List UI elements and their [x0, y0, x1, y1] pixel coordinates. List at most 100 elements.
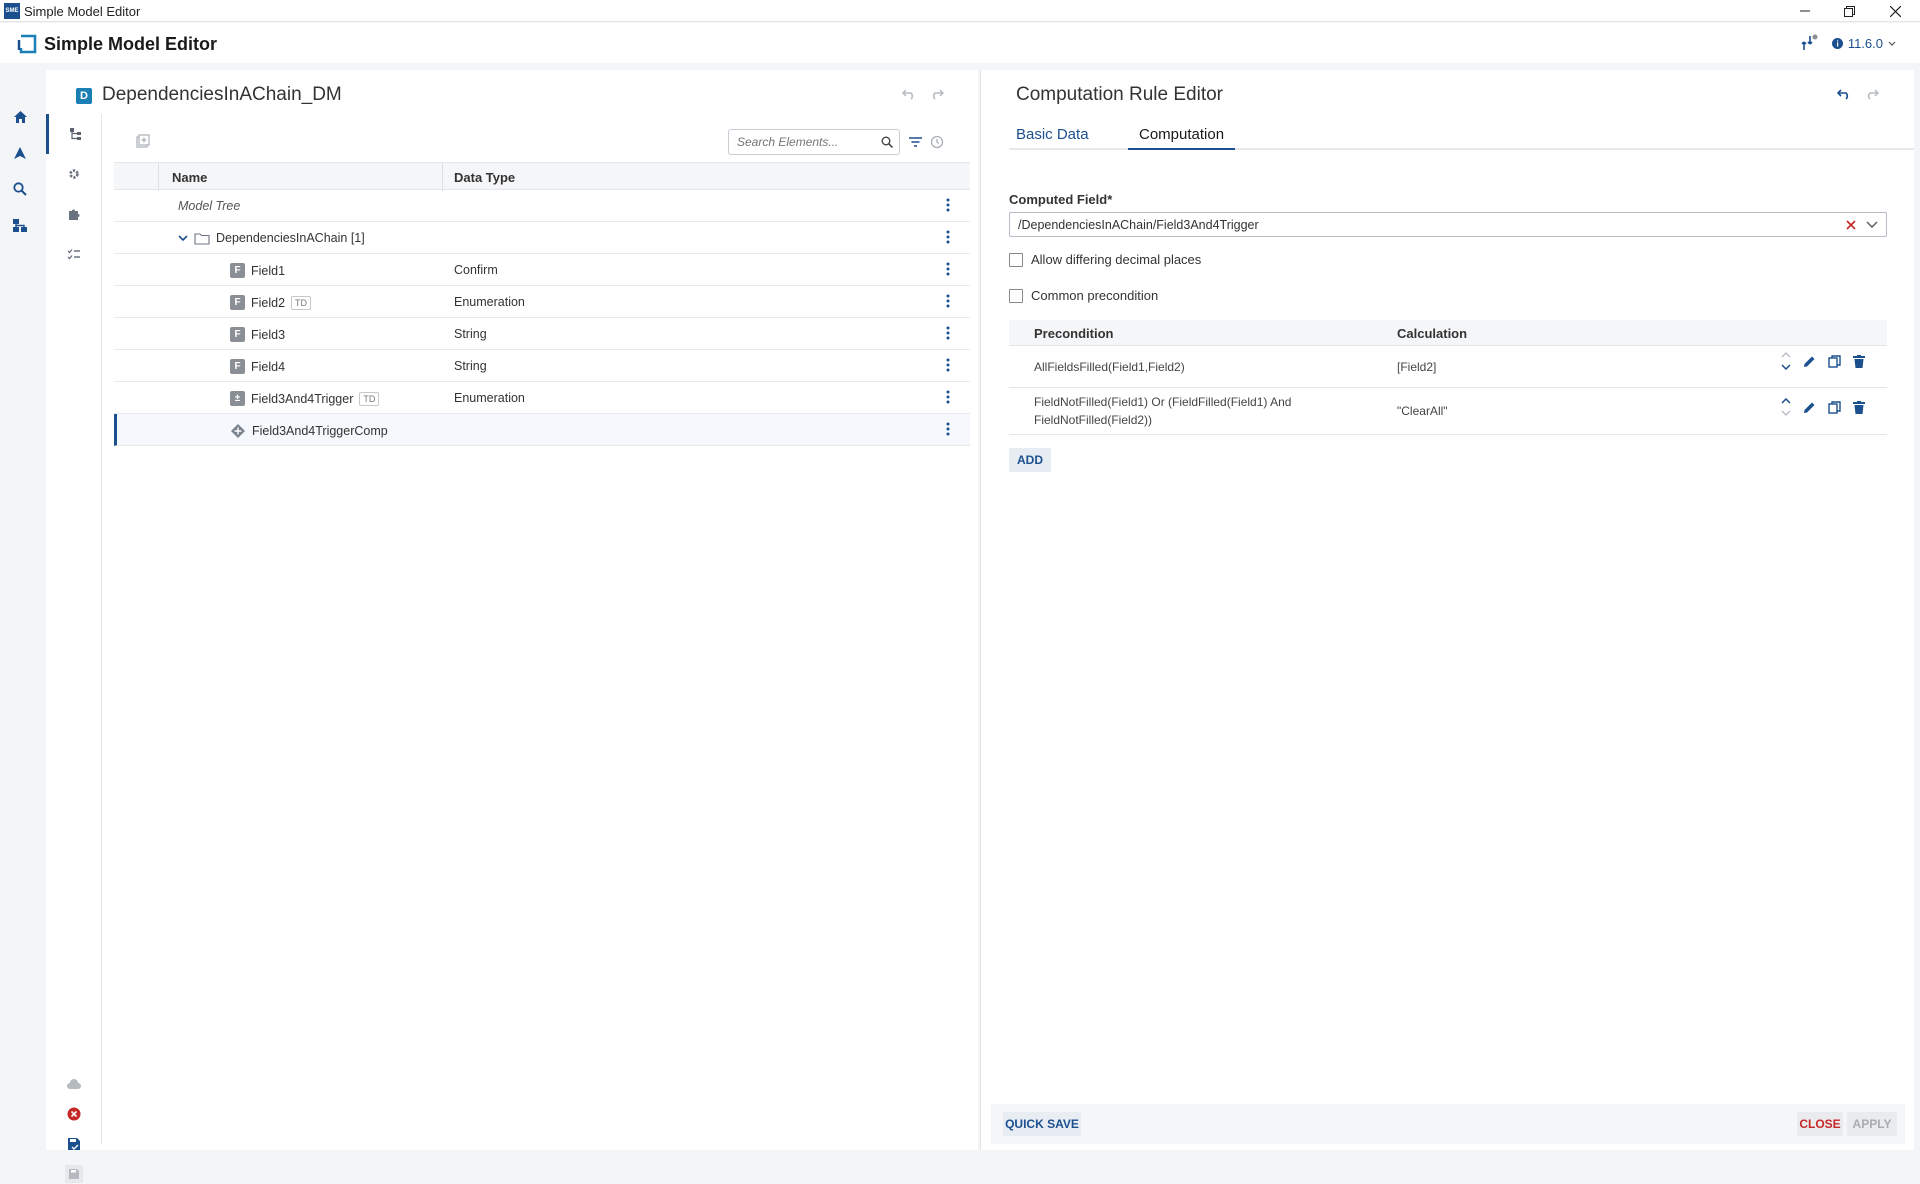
redo-icon[interactable]	[1865, 88, 1879, 100]
more-options-icon[interactable]	[946, 294, 950, 308]
save-icon[interactable]	[64, 1164, 84, 1184]
chevron-down-icon[interactable]	[1866, 221, 1878, 229]
move-down-icon[interactable]	[1781, 410, 1791, 416]
tree-row-type: Enumeration	[454, 391, 525, 405]
more-options-icon[interactable]	[946, 390, 950, 404]
field-icon: F	[230, 359, 245, 374]
clear-icon[interactable]	[1846, 220, 1856, 230]
edit-icon[interactable]	[1803, 401, 1816, 414]
filter-icon[interactable]	[909, 137, 922, 147]
tree-row-field3and4trigger[interactable]: ± Field3And4Trigger TD Enumeration	[114, 382, 970, 414]
rule-row[interactable]: AllFieldsFilled(Field1,Field2) [Field2]	[1009, 346, 1887, 388]
hierarchy-icon[interactable]	[10, 215, 30, 235]
navigate-icon[interactable]	[10, 143, 30, 163]
move-down-icon[interactable]	[1781, 364, 1791, 370]
folder-icon	[194, 232, 210, 245]
add-rule-button[interactable]: ADD	[1009, 448, 1051, 472]
search-icon[interactable]	[10, 179, 30, 199]
version-label: 11.6.0	[1847, 35, 1883, 51]
tab-settings-icon[interactable]	[46, 154, 102, 194]
tab-basic-data[interactable]: Basic Data	[1016, 126, 1089, 143]
column-header-calculation: Calculation	[1397, 326, 1468, 341]
computed-field-value: /DependenciesInAChain/Field3And4Trigger	[1018, 218, 1259, 232]
tab-tree-icon[interactable]	[46, 114, 102, 154]
td-badge: TD	[359, 391, 380, 406]
redo-icon[interactable]	[930, 88, 944, 100]
tree-row-field4[interactable]: F Field4 String	[114, 350, 970, 382]
more-options-icon[interactable]	[946, 326, 950, 340]
delete-icon[interactable]	[1853, 400, 1865, 414]
close-window-button[interactable]	[1872, 0, 1918, 22]
tree-row-label: Field3And4Trigger	[251, 391, 354, 406]
move-up-icon[interactable]	[1781, 352, 1791, 358]
more-options-icon[interactable]	[946, 262, 950, 276]
duplicate-icon[interactable]	[1828, 400, 1841, 414]
td-badge: TD	[291, 295, 312, 310]
chevron-down-icon	[1888, 41, 1896, 46]
more-options-icon[interactable]	[946, 422, 950, 436]
edit-icon[interactable]	[1803, 355, 1816, 368]
version-dropdown[interactable]: 11.6.0	[1831, 35, 1896, 51]
model-vertical-tabs	[46, 114, 102, 1183]
undo-icon[interactable]	[1837, 88, 1851, 100]
tree-row-model-tree[interactable]: Model Tree	[114, 190, 970, 222]
restore-button[interactable]	[1826, 0, 1872, 22]
app-logo-icon	[17, 34, 37, 54]
computed-field-select[interactable]: /DependenciesInAChain/Field3And4Trigger	[1009, 212, 1887, 237]
tree-row-label: Field3	[251, 327, 286, 342]
tree-row-label: Field2	[251, 295, 286, 310]
undo-icon[interactable]	[902, 88, 916, 100]
apply-button[interactable]: APPLY	[1847, 1112, 1897, 1136]
more-options-icon[interactable]	[946, 358, 950, 372]
discard-icon[interactable]	[64, 1104, 84, 1124]
tree-row-field2[interactable]: F Field2 TD Enumeration	[114, 286, 970, 318]
close-button[interactable]: CLOSE	[1797, 1112, 1843, 1136]
tree-header-row: Name Data Type	[114, 162, 970, 191]
window-titlebar: SME Simple Model Editor	[0, 0, 1920, 22]
delete-icon[interactable]	[1853, 354, 1865, 368]
rule-row[interactable]: FieldNotFilled(Field1) Or (FieldFilled(F…	[1009, 388, 1887, 435]
home-icon[interactable]	[10, 107, 30, 127]
search-elements-field[interactable]	[728, 129, 900, 155]
save-as-icon[interactable]	[64, 1134, 84, 1154]
allow-differing-decimals-checkbox[interactable]	[1009, 252, 1023, 267]
chevron-down-icon[interactable]	[178, 234, 188, 242]
data-model-panel: D DependenciesInAChain_DM Search Element…	[46, 70, 978, 1183]
editor-undo-redo	[1837, 88, 1879, 100]
tree-row-field3and4triggercomp[interactable]: Field3And4TriggerComp	[114, 414, 970, 446]
tree-toolbar	[114, 126, 970, 160]
left-undo-redo	[902, 88, 944, 100]
more-options-icon[interactable]	[946, 230, 950, 244]
more-options-icon[interactable]	[946, 198, 950, 212]
add-element-icon[interactable]	[136, 134, 150, 148]
allow-differing-decimals-option[interactable]: Allow differing decimal places	[1009, 252, 1201, 267]
tab-plugins-icon[interactable]	[46, 194, 102, 234]
common-precondition-option[interactable]: Common precondition	[1009, 288, 1158, 303]
duplicate-icon[interactable]	[1828, 354, 1841, 368]
window-title: Simple Model Editor	[24, 4, 141, 19]
editor-footer: QUICK SAVE CLOSE APPLY	[991, 1104, 1905, 1144]
computation-icon	[230, 423, 246, 439]
rules-table: Precondition Calculation AllFieldsFilled…	[1009, 320, 1887, 435]
tab-checklist-icon[interactable]	[46, 234, 102, 274]
notifications-icon[interactable]	[1800, 34, 1818, 52]
tree-row-field1[interactable]: F Field1 Confirm	[114, 254, 970, 286]
tree-row-folder[interactable]: DependenciesInAChain [1]	[114, 222, 970, 254]
app-name: Simple Model Editor	[44, 34, 218, 54]
column-header-name[interactable]: Name	[172, 170, 207, 185]
minimize-button[interactable]	[1782, 0, 1828, 22]
history-icon[interactable]	[930, 135, 944, 149]
cloud-upload-icon[interactable]	[64, 1074, 84, 1094]
data-model-badge: D	[76, 88, 92, 104]
tree-row-field3[interactable]: F Field3 String	[114, 318, 970, 350]
computed-field-label: Computed Field*	[1009, 192, 1113, 207]
search-icon[interactable]	[881, 136, 893, 148]
quick-save-button[interactable]: QUICK SAVE	[1003, 1112, 1081, 1136]
search-elements-input[interactable]	[735, 134, 875, 150]
common-precondition-checkbox[interactable]	[1009, 288, 1023, 303]
field-icon: F	[230, 263, 245, 278]
column-header-data-type[interactable]: Data Type	[454, 170, 515, 185]
move-up-icon[interactable]	[1781, 398, 1791, 404]
tree-row-label: Field1	[251, 263, 286, 278]
tab-computation[interactable]: Computation	[1128, 126, 1236, 150]
